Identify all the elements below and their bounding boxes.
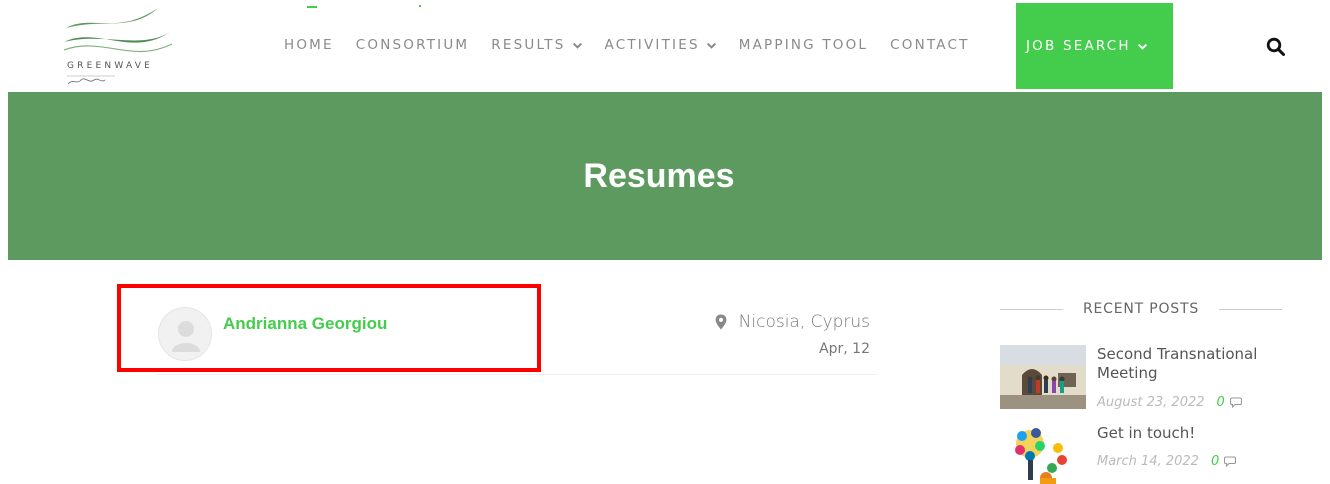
nav-mapping-tool-label: MAPPING TOOL <box>738 37 869 53</box>
post-comment-count[interactable]: 0 <box>1211 454 1219 469</box>
resume-name-link[interactable]: Andrianna Georgiou <box>223 314 387 334</box>
post-thumbnail[interactable] <box>1000 424 1086 484</box>
recent-posts-heading: RECENT POSTS <box>1000 301 1282 317</box>
nav-job-search[interactable]: JOB SEARCH <box>1016 3 1173 89</box>
map-marker-icon <box>715 314 727 330</box>
resume-location-text: Nicosia, Cyprus <box>738 312 870 332</box>
nav-mapping-tool[interactable]: MAPPING TOOL <box>739 37 868 53</box>
nav-contact-label: CONTACT <box>890 37 970 53</box>
post-thumbnail[interactable] <box>1000 345 1086 409</box>
search-button[interactable] <box>1266 37 1286 57</box>
page-title: Resumes <box>583 156 735 195</box>
nav-home[interactable]: HOME <box>284 37 334 53</box>
nav-contact[interactable]: CONTACT <box>890 37 969 53</box>
chevron-down-icon <box>1137 43 1147 50</box>
logo-script-icon <box>67 75 115 85</box>
social-tree-icon <box>1000 424 1086 484</box>
nav-results-label: RESULTS <box>491 37 566 53</box>
main-nav: HOME CONSORTIUM RESULTS ACTIVITIES MAPPI… <box>284 37 992 53</box>
resume-date: Apr, 12 <box>819 341 870 357</box>
top-accent-dot <box>419 5 421 7</box>
page-banner: Resumes <box>8 92 1322 260</box>
top-accent-line <box>307 6 317 8</box>
nav-activities[interactable]: ACTIVITIES <box>605 37 717 53</box>
nav-results[interactable]: RESULTS <box>491 37 582 53</box>
nav-consortium[interactable]: CONSORTIUM <box>356 37 470 53</box>
recent-posts-title: RECENT POSTS <box>1082 301 1200 317</box>
resume-location: Nicosia, Cyprus <box>708 312 870 332</box>
comment-icon <box>1229 397 1242 408</box>
heading-line-left <box>1000 308 1063 310</box>
wave-logo-icon <box>63 8 173 53</box>
post-meta: March 14, 2022 0 <box>1097 454 1237 469</box>
nav-activities-label: ACTIVITIES <box>604 37 700 53</box>
post-comment-count[interactable]: 0 <box>1217 395 1225 410</box>
post-title-link[interactable]: Get in touch! <box>1097 424 1287 443</box>
resume-divider <box>156 374 878 375</box>
comment-icon <box>1224 456 1237 467</box>
chevron-down-icon <box>706 42 716 49</box>
user-placeholder-icon <box>172 321 200 352</box>
nav-job-search-label: JOB SEARCH <box>1026 38 1131 54</box>
site-header: GREENWAVE HOME CONSORTIUM RESULTS ACTIVI… <box>0 0 1330 92</box>
nav-home-label: HOME <box>284 37 334 53</box>
recent-post: Second Transnational Meeting August 23, … <box>1000 345 1300 413</box>
heading-line-right <box>1219 308 1282 310</box>
post-date: March 14, 2022 <box>1097 454 1199 469</box>
post-title-link[interactable]: Second Transnational Meeting <box>1097 345 1287 383</box>
post-date: August 23, 2022 <box>1097 395 1205 410</box>
post-meta: August 23, 2022 0 <box>1097 395 1242 410</box>
nav-consortium-label: CONSORTIUM <box>355 37 470 53</box>
avatar <box>158 307 212 361</box>
meeting-photo-icon <box>1000 345 1086 409</box>
chevron-down-icon <box>572 42 582 49</box>
search-icon <box>1266 37 1285 56</box>
logo-text: GREENWAVE <box>67 61 153 71</box>
recent-post: Get in touch! March 14, 2022 0 <box>1000 424 1300 484</box>
